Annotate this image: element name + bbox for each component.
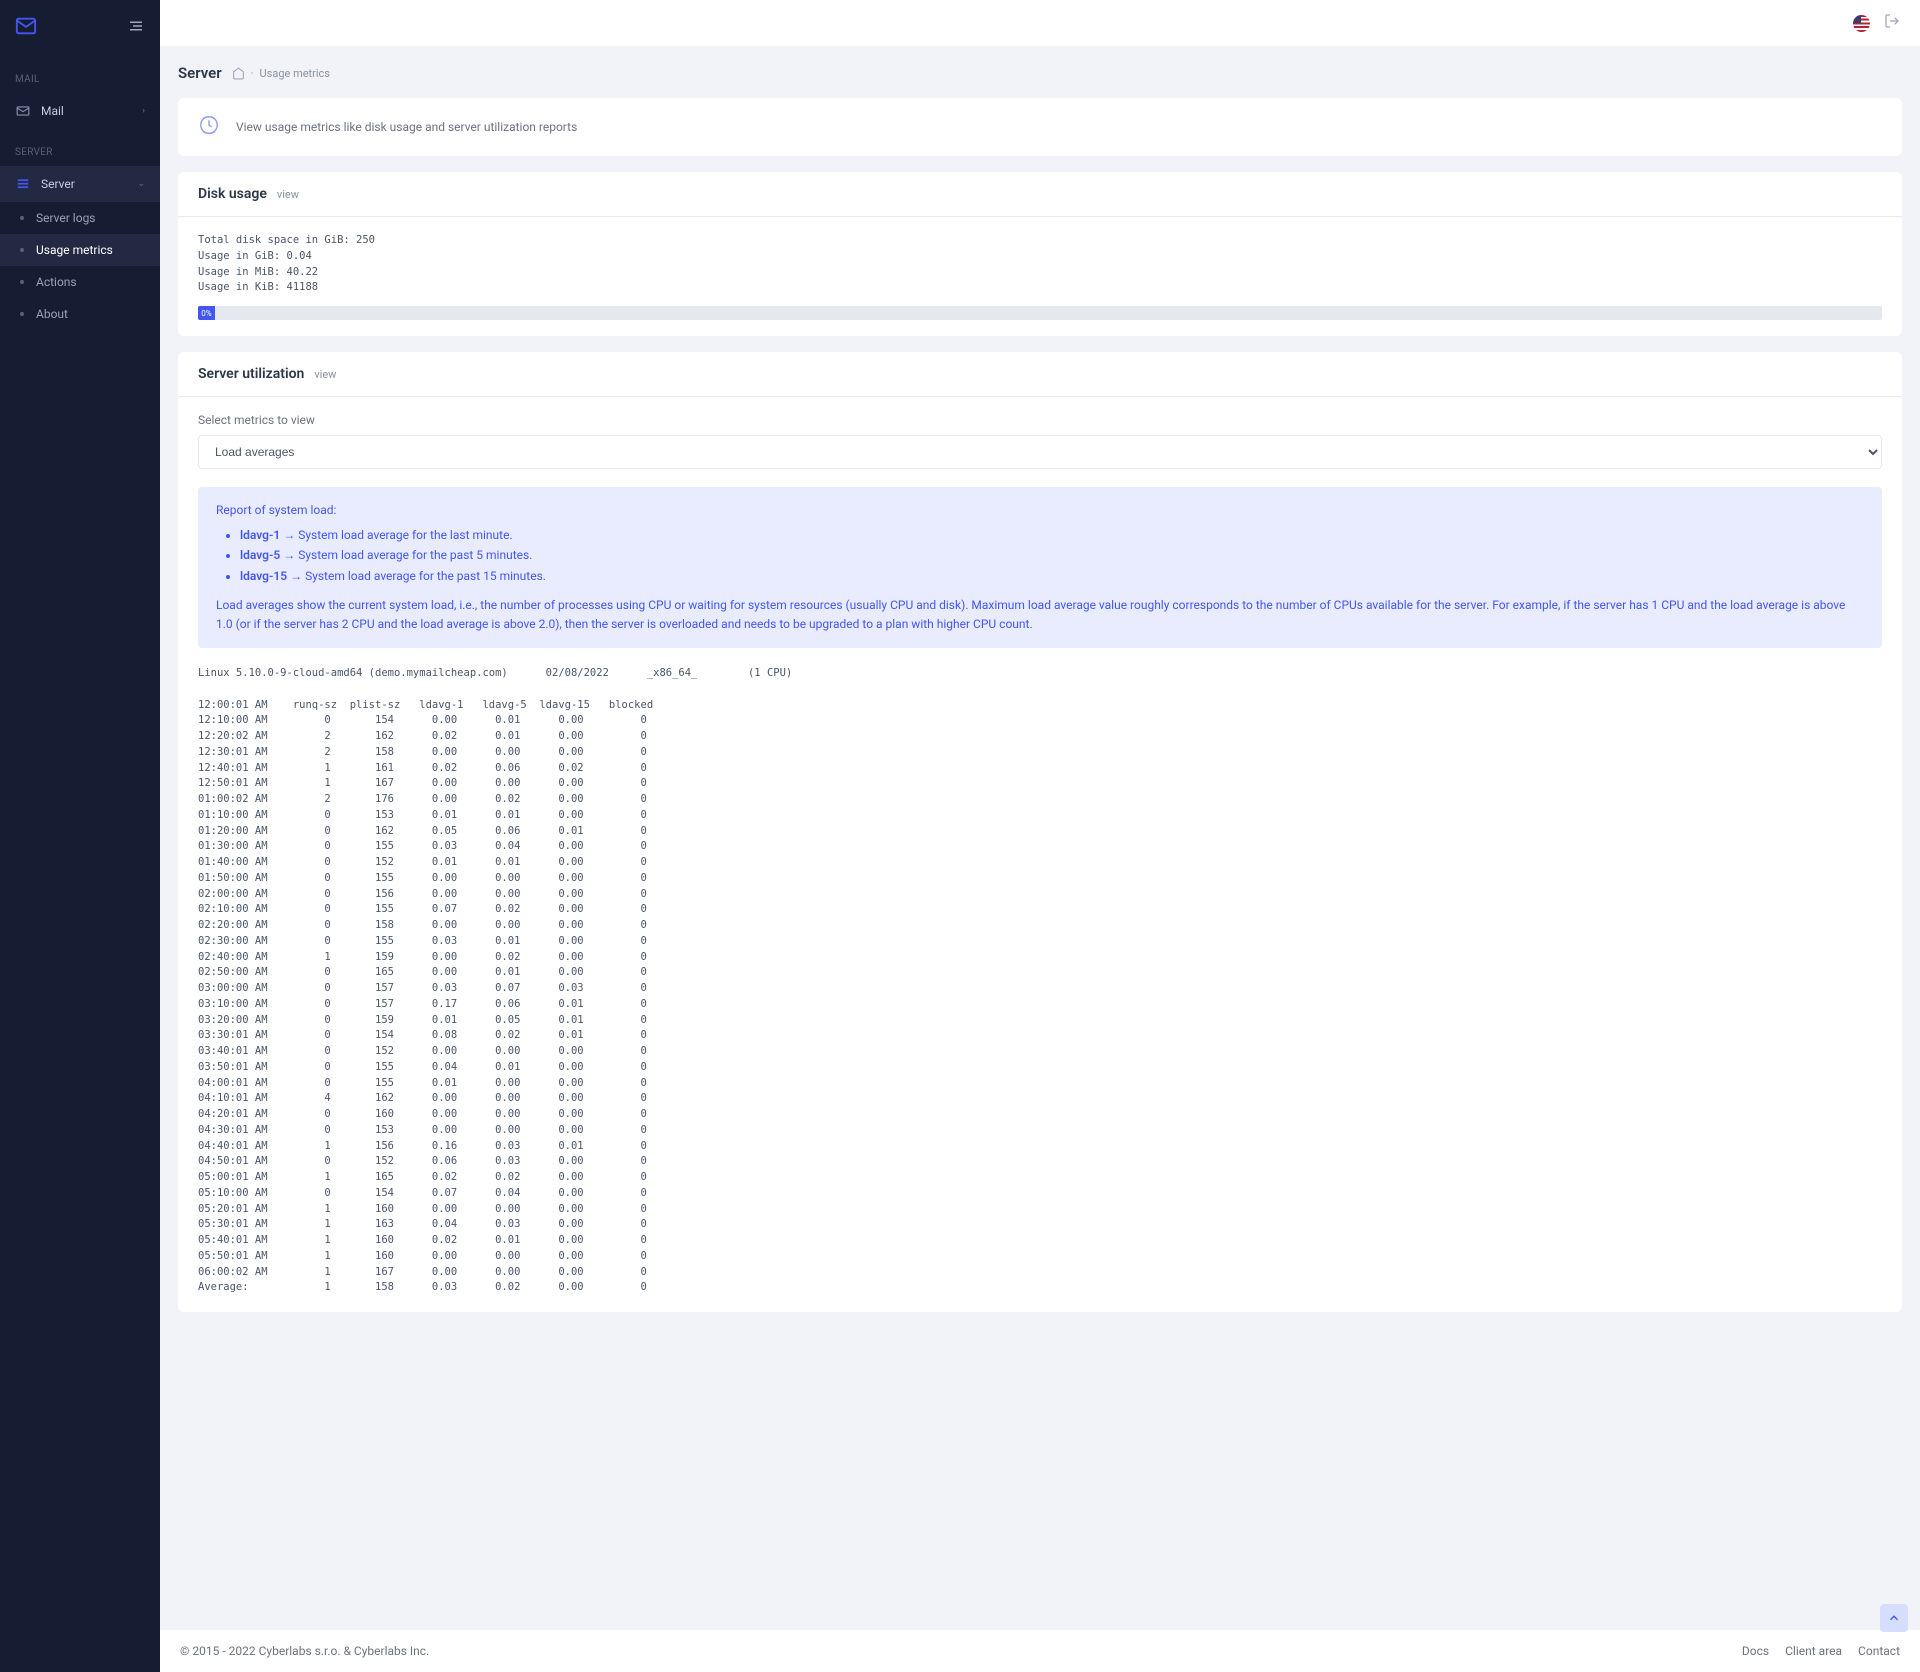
chevron-right-icon: › xyxy=(142,106,145,116)
info-list-item: ldavg-1 → System load average for the la… xyxy=(240,526,1864,545)
language-flag-icon[interactable] xyxy=(1853,15,1870,32)
utilization-report: Linux 5.10.0-9-cloud-amd64 (demo.mymailc… xyxy=(198,666,1882,1296)
breadcrumb: Server · Usage metrics xyxy=(178,64,1902,82)
info-heading: Report of system load: xyxy=(216,501,1864,520)
logo-icon[interactable] xyxy=(15,15,37,41)
nav-sub-label: Usage metrics xyxy=(36,243,113,257)
info-text: Load averages show the current system lo… xyxy=(216,596,1864,634)
nav-sub-actions[interactable]: Actions xyxy=(0,266,160,298)
metrics-select[interactable]: Load averages xyxy=(198,435,1882,469)
bullet-icon xyxy=(20,312,24,316)
nav-sub-label: Actions xyxy=(36,275,77,289)
nav-sub-about[interactable]: About xyxy=(0,298,160,330)
load-info-panel: Report of system load: ldavg-1 → System … xyxy=(198,487,1882,648)
footer: © 2015 - 2022 Cyberlabs s.r.o. & Cyberla… xyxy=(160,1630,1920,1672)
server-utilization-card: Server utilization view Select metrics t… xyxy=(178,352,1902,1312)
scroll-top-button[interactable] xyxy=(1880,1604,1908,1632)
nav-section-server: SERVER xyxy=(0,129,160,166)
logout-icon[interactable] xyxy=(1884,13,1900,33)
sidebar: MAIL Mail › SERVER Server ⌄ Server logs … xyxy=(0,0,160,1672)
nav-sub-label: Server logs xyxy=(36,211,96,225)
nav-sub-server-logs[interactable]: Server logs xyxy=(0,202,160,234)
disk-progress: 0% xyxy=(198,306,1882,320)
mail-icon xyxy=(15,103,31,119)
footer-link-docs[interactable]: Docs xyxy=(1742,1644,1769,1658)
footer-link-client-area[interactable]: Client area xyxy=(1785,1644,1842,1658)
footer-link-contact[interactable]: Contact xyxy=(1858,1644,1900,1658)
disk-progress-fill: 0% xyxy=(198,306,215,320)
nav-item-mail[interactable]: Mail › xyxy=(0,93,160,129)
disk-usage-card: Disk usage view Total disk space in GiB:… xyxy=(178,172,1902,336)
page-title: Server xyxy=(178,64,222,82)
disk-usage-view-link[interactable]: view xyxy=(277,188,299,201)
bullet-icon xyxy=(20,216,24,220)
chevron-down-icon: ⌄ xyxy=(137,179,145,189)
topbar xyxy=(160,0,1920,46)
disk-usage-text: Total disk space in GiB: 250 Usage in Gi… xyxy=(198,233,1882,296)
menu-toggle-icon[interactable] xyxy=(127,17,145,39)
metrics-icon xyxy=(198,114,220,140)
server-utilization-title: Server utilization xyxy=(198,366,304,382)
footer-copyright: © 2015 - 2022 Cyberlabs s.r.o. & Cyberla… xyxy=(180,1644,429,1658)
nav-section-mail: MAIL xyxy=(0,56,160,93)
info-list-item: ldavg-15 → System load average for the p… xyxy=(240,567,1864,586)
bullet-icon xyxy=(20,280,24,284)
nav-sub-usage-metrics[interactable]: Usage metrics xyxy=(0,234,160,266)
intro-card: View usage metrics like disk usage and s… xyxy=(178,98,1902,156)
server-utilization-view-link[interactable]: view xyxy=(314,368,336,381)
home-icon[interactable] xyxy=(232,67,245,80)
nav-item-label: Mail xyxy=(41,104,64,118)
intro-text: View usage metrics like disk usage and s… xyxy=(236,120,577,134)
nav-sub-label: About xyxy=(36,307,68,321)
info-list-item: ldavg-5 → System load average for the pa… xyxy=(240,546,1864,565)
nav-item-server[interactable]: Server ⌄ xyxy=(0,166,160,202)
bullet-icon xyxy=(20,248,24,252)
nav-item-label: Server xyxy=(41,177,75,191)
metrics-select-label: Select metrics to view xyxy=(198,413,1882,427)
disk-usage-title: Disk usage xyxy=(198,186,267,202)
breadcrumb-page: Usage metrics xyxy=(260,67,330,80)
server-icon xyxy=(15,176,31,192)
